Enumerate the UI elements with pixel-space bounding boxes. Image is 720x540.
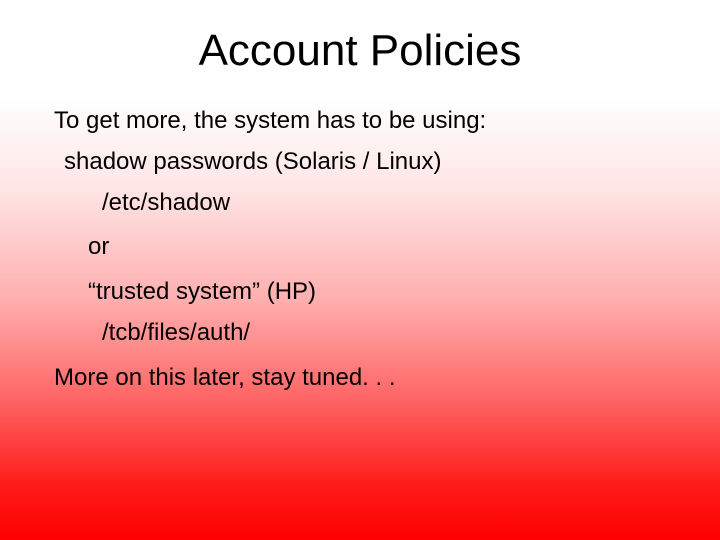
text-line: /tcb/files/auth/: [54, 316, 680, 351]
slide: Account Policies To get more, the system…: [0, 0, 720, 540]
text-line: To get more, the system has to be using:: [54, 104, 680, 139]
text-line: shadow passwords (Solaris / Linux): [54, 145, 680, 180]
slide-body: To get more, the system has to be using:…: [0, 104, 720, 396]
slide-title: Account Policies: [0, 0, 720, 104]
text-line: “trusted system” (HP): [54, 275, 680, 310]
text-line: /etc/shadow: [54, 186, 680, 221]
text-line: or: [54, 230, 680, 265]
text-line: More on this later, stay tuned. . .: [54, 361, 680, 396]
